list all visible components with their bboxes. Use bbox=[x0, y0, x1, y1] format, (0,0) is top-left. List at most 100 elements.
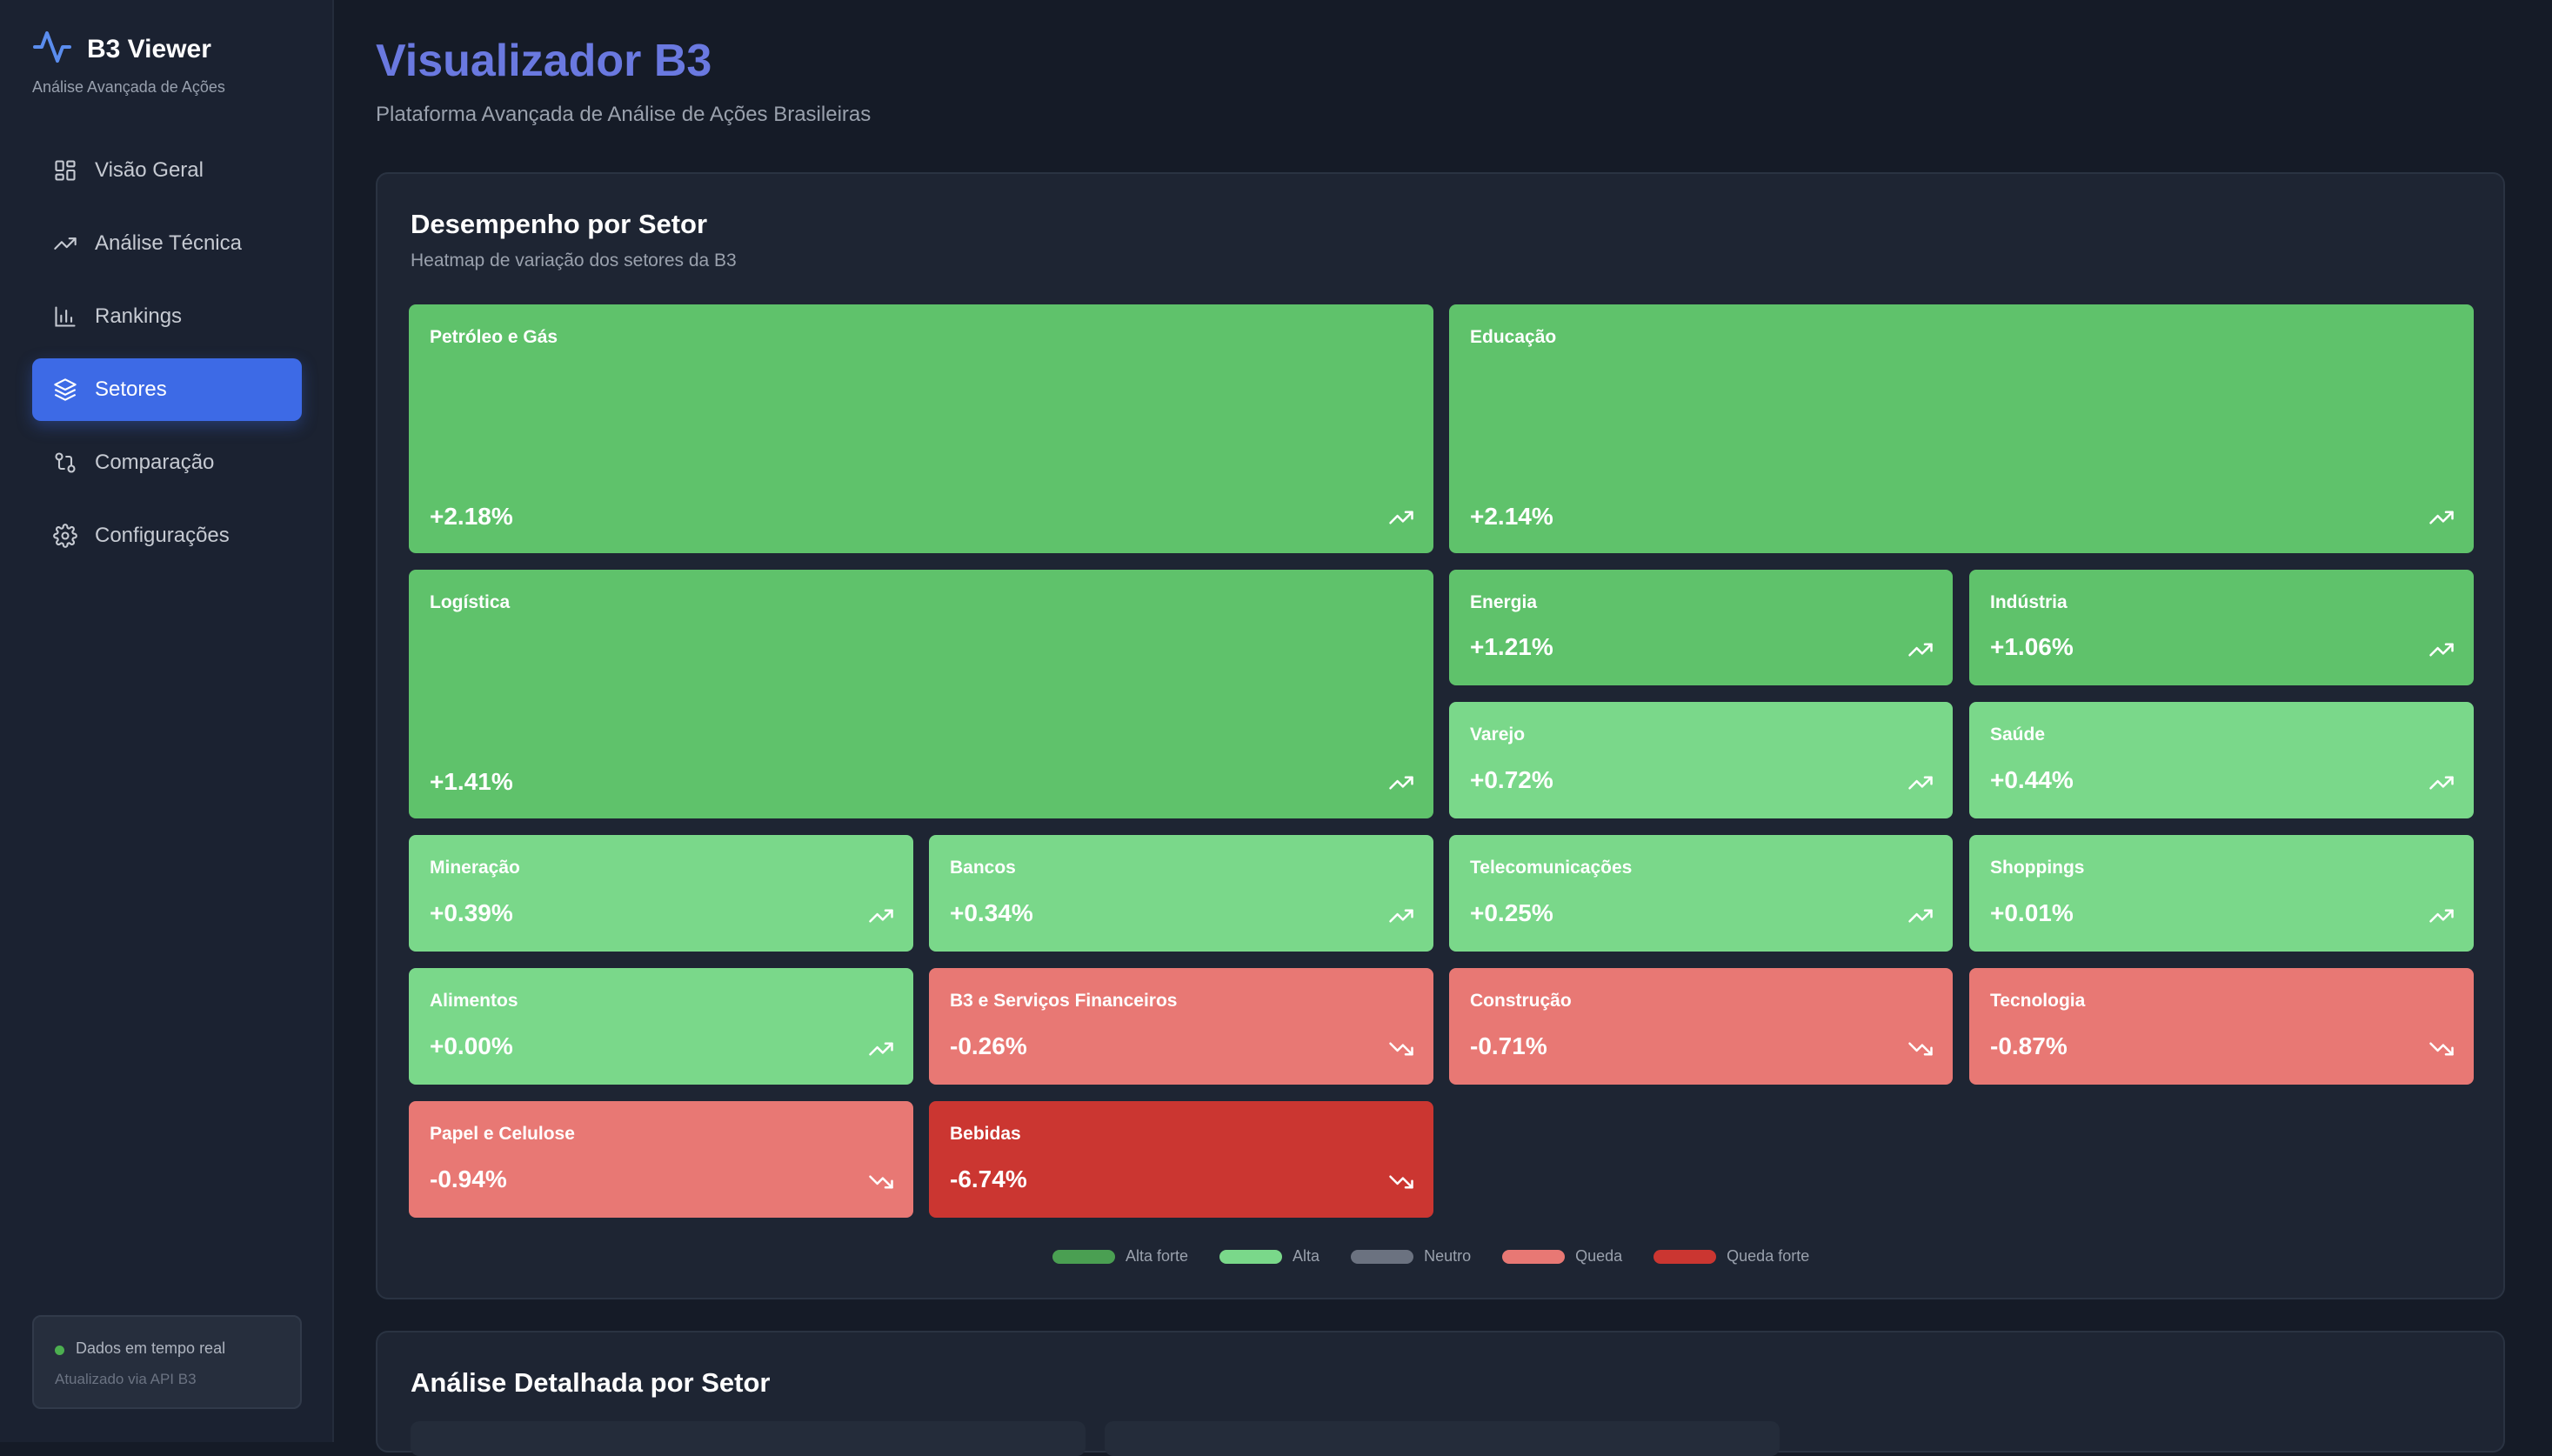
sector-name: Logística bbox=[430, 592, 511, 612]
sector-tile[interactable]: Construção -0.71% bbox=[1449, 968, 1953, 1085]
trending-up-icon bbox=[1388, 903, 1414, 929]
legend-swatch bbox=[1653, 1249, 1717, 1264]
trending-up-icon bbox=[1907, 637, 1934, 663]
trending-up-icon bbox=[2428, 903, 2455, 929]
sector-change: +2.18% bbox=[430, 503, 513, 530]
page-subtitle: Plataforma Avançada de Análise de Ações … bbox=[376, 103, 872, 126]
sector-tile[interactable]: Educação +2.14% bbox=[1449, 304, 2474, 553]
sidebar-item-label: Rankings bbox=[95, 304, 183, 328]
brand-title: B3 Viewer bbox=[87, 34, 211, 63]
brand[interactable]: B3 Viewer bbox=[31, 26, 211, 72]
sector-change: +1.21% bbox=[1470, 633, 1553, 660]
sector-tile[interactable]: Energia +1.21% bbox=[1449, 570, 1953, 685]
sidebar-item-label: Análise Técnica bbox=[95, 231, 242, 255]
sector-name: Indústria bbox=[1990, 592, 2068, 612]
brand-subtitle: Análise Avançada de Ações bbox=[32, 78, 225, 96]
legend-item: Neutro bbox=[1351, 1247, 1471, 1266]
realtime-status-box: Dados em tempo real Atualizado via API B… bbox=[32, 1315, 302, 1409]
sector-tile[interactable]: Tecnologia -0.87% bbox=[1969, 968, 2474, 1085]
sector-change: -0.26% bbox=[950, 1032, 1027, 1059]
trending-up-icon bbox=[1388, 504, 1414, 531]
legend-swatch bbox=[1052, 1249, 1115, 1264]
sidebar-item-configuracoes[interactable]: Configurações bbox=[32, 504, 302, 567]
sector-change: -0.87% bbox=[1990, 1032, 2068, 1059]
sector-tile[interactable]: Logística +1.41% bbox=[409, 570, 1433, 818]
trending-down-icon bbox=[1388, 1036, 1414, 1062]
sector-tile[interactable]: Petróleo e Gás +2.18% bbox=[409, 304, 1433, 553]
trending-up-icon bbox=[868, 1036, 894, 1062]
sector-change: +0.72% bbox=[1470, 766, 1553, 793]
legend-label: Alta forte bbox=[1126, 1247, 1189, 1265]
sector-name: Telecomunicações bbox=[1470, 858, 1633, 878]
legend-item: Queda bbox=[1502, 1247, 1622, 1266]
sector-change: +0.44% bbox=[1990, 766, 2074, 793]
sector-tile[interactable]: Papel e Celulose -0.94% bbox=[409, 1101, 913, 1218]
sector-name: Tecnologia bbox=[1990, 991, 2086, 1011]
sector-name: Varejo bbox=[1470, 725, 1526, 745]
trending-up-icon bbox=[2428, 770, 2455, 796]
sidebar-item-label: Comparação bbox=[95, 451, 215, 474]
sidebar: B3 Viewer Análise Avançada de Ações Visã… bbox=[0, 0, 334, 1442]
sector-name: Mineração bbox=[430, 858, 520, 878]
sector-tile[interactable]: Telecomunicações +0.25% bbox=[1449, 835, 1953, 952]
trending-up-icon bbox=[2428, 504, 2455, 531]
status-dot-icon bbox=[55, 1346, 64, 1355]
sector-tile[interactable]: Indústria +1.06% bbox=[1969, 570, 2474, 685]
bar-chart-icon bbox=[53, 304, 77, 329]
trending-up-icon bbox=[1907, 903, 1934, 929]
sector-change: +0.25% bbox=[1470, 899, 1553, 926]
git-compare-icon bbox=[53, 451, 77, 475]
sector-name: Educação bbox=[1470, 327, 1557, 347]
legend-item: Queda forte bbox=[1653, 1247, 1809, 1266]
sidebar-item-rankings[interactable]: Rankings bbox=[32, 285, 302, 348]
trending-up-icon bbox=[868, 903, 894, 929]
sector-name: B3 e Serviços Financeiros bbox=[950, 991, 1178, 1011]
trending-down-icon bbox=[868, 1169, 894, 1195]
trending-down-icon bbox=[2428, 1036, 2455, 1062]
sector-tile[interactable]: Alimentos +0.00% bbox=[409, 968, 913, 1085]
sector-name: Shoppings bbox=[1990, 858, 2085, 878]
sector-change: +2.14% bbox=[1470, 503, 1553, 530]
legend-label: Neutro bbox=[1424, 1247, 1472, 1265]
sector-tile[interactable]: Saúde +0.44% bbox=[1969, 702, 2474, 818]
sidebar-item-label: Visão Geral bbox=[95, 158, 204, 182]
sidebar-item-analise-tecnica[interactable]: Análise Técnica bbox=[32, 212, 302, 275]
heatmap-subtitle: Heatmap de variação dos setores da B3 bbox=[411, 250, 737, 270]
legend-swatch bbox=[1351, 1249, 1414, 1264]
sidebar-item-visao-geral[interactable]: Visão Geral bbox=[32, 139, 302, 202]
sector-tile[interactable]: Bebidas -6.74% bbox=[929, 1101, 1433, 1218]
sector-name: Bancos bbox=[950, 858, 1016, 878]
legend-item: Alta bbox=[1219, 1247, 1319, 1266]
sector-name: Saúde bbox=[1990, 725, 2046, 745]
sector-tile[interactable]: B3 e Serviços Financeiros -0.26% bbox=[929, 968, 1433, 1085]
sidebar-item-setores[interactable]: Setores bbox=[32, 358, 302, 421]
sidebar-item-comparacao[interactable]: Comparação bbox=[32, 431, 302, 494]
trending-down-icon bbox=[1907, 1036, 1934, 1062]
legend-label: Queda forte bbox=[1727, 1247, 1810, 1265]
legend-item: Alta forte bbox=[1052, 1247, 1188, 1266]
sector-change: +0.34% bbox=[950, 899, 1033, 926]
sector-change: +0.39% bbox=[430, 899, 513, 926]
sector-tile[interactable]: Mineração +0.39% bbox=[409, 835, 913, 952]
activity-pulse-icon bbox=[31, 26, 73, 72]
dashboard-grid-icon bbox=[53, 158, 77, 183]
sector-tile[interactable]: Shoppings +0.01% bbox=[1969, 835, 2474, 952]
sector-change: +1.41% bbox=[430, 768, 513, 795]
detail-panel bbox=[411, 1421, 1086, 1456]
trending-up-icon bbox=[1907, 770, 1934, 796]
status-sub: Atualizado via API B3 bbox=[55, 1371, 197, 1387]
heatmap-title: Desempenho por Setor bbox=[411, 209, 708, 239]
sector-change: -0.71% bbox=[1470, 1032, 1547, 1059]
sector-name: Petróleo e Gás bbox=[430, 327, 558, 347]
sidebar-item-label: Configurações bbox=[95, 524, 230, 547]
sector-tile[interactable]: Bancos +0.34% bbox=[929, 835, 1433, 952]
sector-name: Bebidas bbox=[950, 1124, 1021, 1144]
sector-change: -6.74% bbox=[950, 1165, 1027, 1192]
sector-change: +0.01% bbox=[1990, 899, 2074, 926]
sector-detail-card: Análise Detalhada por Setor bbox=[376, 1331, 2505, 1456]
layers-icon bbox=[53, 377, 77, 402]
sector-name: Construção bbox=[1470, 991, 1572, 1011]
trending-up-icon bbox=[2428, 637, 2455, 663]
trending-up-icon bbox=[53, 231, 77, 256]
sector-tile[interactable]: Varejo +0.72% bbox=[1449, 702, 1953, 818]
